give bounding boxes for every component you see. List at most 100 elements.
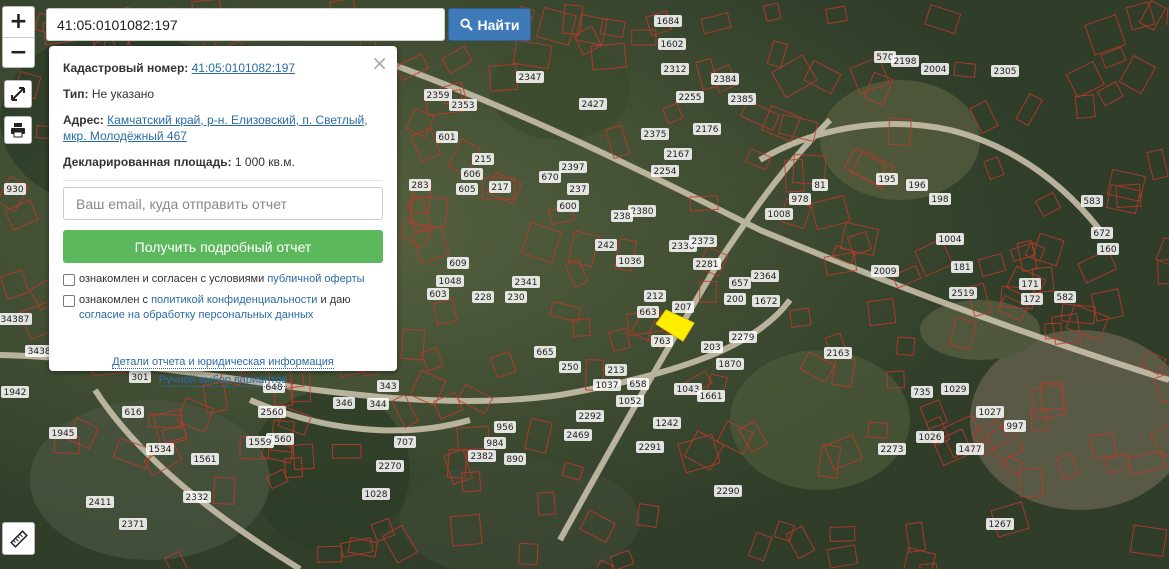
cadastral-search-input[interactable] [46,8,445,41]
parcel-label[interactable]: 930 [6,185,23,195]
parcel-label[interactable]: 238 [613,212,630,222]
parcel-label[interactable]: 1036 [619,257,642,267]
parcel-label[interactable]: 1534 [149,445,172,455]
parcel-label[interactable]: 2009 [874,267,897,277]
parcel-label[interactable]: 2371 [122,520,145,530]
parcel-label[interactable]: 600 [559,202,576,212]
parcel-label[interactable]: 1026 [919,433,942,443]
parcel-label[interactable]: 181 [953,263,970,273]
parcel-label[interactable]: 81 [814,181,825,191]
parcel-label[interactable]: 283 [411,181,428,191]
parcel-label[interactable]: 2427 [582,100,605,110]
parcel-label[interactable]: 1870 [719,360,742,370]
parcel-label[interactable]: 1559 [249,438,272,448]
parcel-label[interactable]: 1672 [755,297,778,307]
parcel-label[interactable]: 657 [731,279,748,289]
parcel-label[interactable]: 217 [491,183,508,193]
parcel-label[interactable]: 2380 [631,207,654,217]
parcel-label[interactable]: 2273 [881,445,904,455]
parcel-label[interactable]: 2281 [696,260,719,270]
parcel-label[interactable]: 198 [931,195,948,205]
offer-checkbox[interactable] [63,274,75,286]
parcel-label[interactable]: 1037 [596,381,619,391]
parcel-label[interactable]: 2290 [717,487,740,497]
parcel-label[interactable]: 735 [913,388,930,398]
public-offer-link[interactable]: публичной оферты [267,273,364,285]
parcel-label[interactable]: 582 [1056,293,1073,303]
parcel-label[interactable]: 346 [335,399,352,409]
parcel-label[interactable]: 2292 [579,412,602,422]
parcel-label[interactable]: 1661 [700,392,723,402]
parcel-label[interactable]: 984 [486,439,503,449]
parcel-label[interactable]: 1602 [661,40,684,50]
parcel-label[interactable]: 1008 [768,210,791,220]
parcel-label[interactable]: 1267 [989,520,1012,530]
parcel-label[interactable]: 1945 [52,429,75,439]
email-input[interactable] [63,187,383,220]
parcel-label[interactable]: 2291 [639,443,662,453]
parcel-label[interactable]: 1561 [194,455,217,465]
parcel-label[interactable]: 978 [791,195,808,205]
parcel-label[interactable]: 196 [908,181,925,191]
parcel-label[interactable]: 2254 [654,167,677,177]
parcel-label[interactable]: 672 [1093,229,1110,239]
parcel-label[interactable]: 670 [541,173,558,183]
close-icon[interactable]: × [371,51,388,75]
parcel-label[interactable]: 1684 [657,17,680,27]
parcel-label[interactable]: 34387 [1,315,30,325]
privacy-checkbox[interactable] [63,295,75,307]
parcel-label[interactable]: 606 [463,170,480,180]
parcel-label[interactable]: 2332 [186,493,209,503]
parcel-label[interactable]: 2373 [692,237,715,247]
parcel-label[interactable]: 890 [506,455,523,465]
parcel-label[interactable]: 2397 [562,163,585,173]
parcel-label[interactable]: 603 [429,290,446,300]
parcel-label[interactable]: 1043 [677,385,700,395]
parcel-label[interactable]: 242 [597,241,614,251]
manual-selection-link[interactable]: Ручной выбор вариантов [158,374,288,387]
parcel-label[interactable]: 2341 [515,278,538,288]
parcel-label[interactable]: 2353 [452,101,475,111]
zoom-in-button[interactable]: + [3,7,34,37]
parcel-label[interactable]: 2198 [894,57,917,67]
parcel-label[interactable]: 1029 [944,385,967,395]
parcel-label[interactable]: 171 [1021,280,1038,290]
parcel-label[interactable]: 215 [474,155,491,165]
parcel-label[interactable]: 2167 [667,150,690,160]
privacy-policy-link[interactable]: политикой конфиденциальности [151,294,317,306]
parcel-label[interactable]: 763 [653,337,670,347]
parcel-label[interactable]: 583 [1083,197,1100,207]
parcel-label[interactable]: 1004 [939,235,962,245]
parcel-label[interactable]: 616 [124,408,141,418]
parcel-label[interactable]: 956 [496,423,513,433]
parcel-label[interactable]: 250 [561,363,578,373]
parcel-label[interactable]: 2382 [471,452,494,462]
parcel-label[interactable]: 2305 [994,67,1017,77]
parcel-label[interactable]: 2176 [696,125,719,135]
parcel-label[interactable]: 200 [726,295,743,305]
parcel-label[interactable]: 2255 [679,93,702,103]
parcel-label[interactable]: 230 [507,293,524,303]
parcel-label[interactable]: 997 [1006,422,1023,432]
parcel-label[interactable]: 237 [569,185,586,195]
parcel-label[interactable]: 2347 [519,73,542,83]
parcel-label[interactable]: 2560 [261,408,284,418]
parcel-label[interactable]: 228 [474,293,491,303]
parcel-label[interactable]: 2519 [952,289,975,299]
parcel-label[interactable]: 2163 [827,349,850,359]
print-button[interactable] [4,116,32,144]
find-button[interactable]: Найти [448,8,531,41]
parcel-label[interactable]: 2384 [714,75,737,85]
parcel-label[interactable]: 2279 [732,333,755,343]
parcel-label[interactable]: 609 [449,259,466,269]
parcel-label[interactable]: 2375 [644,130,667,140]
get-report-button[interactable]: Получить подробный отчет [63,230,383,263]
data-processing-link[interactable]: согласие на обработку персональных данны… [79,309,313,321]
parcel-label[interactable]: 213 [607,366,624,376]
parcel-label[interactable]: 2364 [754,272,777,282]
parcel-label[interactable]: 2312 [664,65,687,75]
parcel-label[interactable]: 1052 [619,397,642,407]
measure-button[interactable] [2,522,35,555]
parcel-label[interactable]: 2004 [924,65,947,75]
parcel-label[interactable]: 707 [396,438,413,448]
